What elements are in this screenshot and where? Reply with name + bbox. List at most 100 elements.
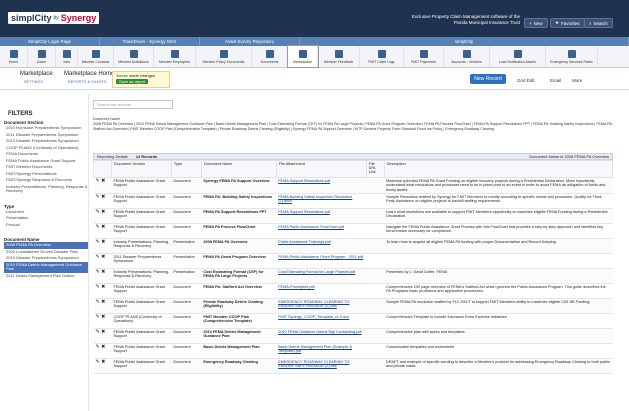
row-actions: ✎ ✖ bbox=[93, 238, 112, 254]
file-attachment-link[interactable]: EMERGENCY ROADWAY CLEARING TO ENSURE SAF… bbox=[276, 298, 367, 314]
module-emergency-services-rates[interactable]: Emergency Services Rates bbox=[546, 46, 598, 67]
file-attachment-link[interactable]: Basic Debris Management Plan (Example & … bbox=[276, 343, 367, 359]
column-header[interactable]: File URL Link bbox=[365, 160, 385, 178]
delete-icon[interactable]: ✖ bbox=[101, 269, 105, 275]
table-row[interactable]: ✎ ✖ FEMA Public Assistance Grant Support D… bbox=[93, 208, 613, 224]
reports-charts-link[interactable]: REPORTS & CHARTS bbox=[68, 80, 106, 84]
module-jobs[interactable]: Jobs bbox=[56, 46, 78, 67]
table-row[interactable]: ✎ ✖ FEMA Public Assistance Grant Support D… bbox=[93, 328, 613, 344]
table-row[interactable]: ✎ ✖ FEMA Public Assistance Grant Support D… bbox=[93, 193, 613, 209]
module-accounts-vendors[interactable]: Accounts - Vendors bbox=[444, 46, 490, 67]
unsaved-changes-box: You've made changes Save as report bbox=[112, 71, 170, 88]
search-icon: ⌕ bbox=[589, 20, 592, 26]
module-users[interactable]: Users bbox=[28, 46, 56, 67]
row-actions: ✎ ✖ bbox=[93, 177, 112, 194]
delete-icon[interactable]: ✖ bbox=[101, 344, 105, 350]
save-as-report-button[interactable]: Save as report bbox=[116, 79, 149, 84]
delete-icon[interactable]: ✖ bbox=[101, 209, 105, 215]
module-fmit-claim-logs[interactable]: FMIT Claim Logs bbox=[360, 46, 404, 67]
module-member-policy-documents[interactable]: Member Policy Documents bbox=[196, 46, 252, 67]
new-record-button[interactable]: New Record bbox=[470, 74, 506, 84]
settings-link[interactable]: SETTINGS bbox=[24, 80, 43, 84]
grid-edit-button[interactable]: Grid Edit bbox=[517, 78, 535, 83]
column-header[interactable]: Type bbox=[170, 160, 202, 178]
file-attachment-link[interactable]: 2010 FEMA Guidance Debris Mgt Contractin… bbox=[276, 328, 367, 344]
changes-note: You've made changes bbox=[116, 73, 156, 78]
file-attachment-link[interactable]: FEMA Building Safety Inspection Resoluti… bbox=[276, 193, 367, 209]
file-attachment-link[interactable]: FEMA Public Assistance FlowChart.pdf bbox=[276, 223, 367, 239]
file-attachment-link[interactable]: Cost Estimating Format for Large Project… bbox=[276, 268, 367, 284]
module-member-activations[interactable]: Member Activations bbox=[114, 46, 154, 67]
module-label: Member Activations bbox=[118, 59, 149, 64]
tab-trackdown[interactable]: TrackDown - Synergy NDS bbox=[100, 37, 200, 46]
module-home[interactable]: Home bbox=[0, 46, 28, 67]
delete-icon[interactable]: ✖ bbox=[101, 314, 105, 320]
delete-icon[interactable]: ✖ bbox=[101, 239, 105, 245]
module-marketplace[interactable]: Marketplace bbox=[287, 45, 319, 68]
cell-name: Basic Debris Management Plan bbox=[201, 343, 277, 359]
file-attachment-link[interactable]: Public Assistance Trainings.pdf bbox=[276, 238, 367, 254]
file-attachment-link[interactable]: FEMA Public Assistance Grant Program - 2… bbox=[276, 253, 367, 269]
filter-option[interactable]: 2010 FEMA Debris Management Guidance Pla… bbox=[4, 261, 88, 273]
tab-simplcity[interactable]: simplCity bbox=[300, 37, 629, 46]
module-documents[interactable]: Documents bbox=[252, 46, 288, 67]
file-attachment-link[interactable]: FEMA Support Resolutions.pdf bbox=[276, 177, 367, 194]
module-loss-notification-assets[interactable]: Loss Notification Assets bbox=[490, 46, 546, 67]
column-header[interactable]: Document Section bbox=[110, 160, 172, 178]
cell-name: FEMA PA: Building Safety Inspections bbox=[201, 193, 277, 209]
cell-name: 2008 FEMA PA Overview bbox=[201, 238, 277, 254]
table-row[interactable]: ✎ ✖ FEMA Public Assistance Grant Support D… bbox=[93, 298, 613, 314]
delete-icon[interactable]: ✖ bbox=[101, 224, 105, 230]
cell-type: Presentation bbox=[171, 238, 202, 254]
column-header[interactable] bbox=[93, 160, 112, 178]
new-button[interactable]: + New bbox=[524, 18, 548, 28]
module-member-feedback[interactable]: Member Feedback bbox=[318, 46, 360, 67]
table-row[interactable]: ✎ ✖ FEMA Public Assistance Grant Support D… bbox=[93, 358, 613, 374]
file-attachment-link[interactable]: FEMA-Phototptml.pdf bbox=[276, 283, 367, 299]
module-member-employees[interactable]: Member Employees bbox=[154, 46, 196, 67]
module-icon bbox=[91, 49, 100, 58]
table-row[interactable]: ✎ ✖ FEMA Public Assistance Grant Support D… bbox=[93, 343, 613, 359]
row-actions: ✎ ✖ bbox=[93, 283, 112, 299]
table-row[interactable]: ✎ ✖ Industry Presentations, Planning, Res… bbox=[93, 238, 613, 254]
file-attachment-link[interactable]: FMIT Synergy_COOP_Template_v1.0.doc bbox=[276, 313, 367, 329]
table-row[interactable]: ✎ ✖ FEMA Public Assistance Grant Support D… bbox=[93, 283, 613, 299]
delete-icon[interactable]: ✖ bbox=[101, 254, 105, 260]
doc-filter-label: Document Name is 2008 FEMA PA Overview bbox=[529, 154, 609, 159]
module-icon bbox=[37, 49, 46, 58]
filter-option[interactable]: Industry Presentations, Planning, Respon… bbox=[4, 184, 88, 195]
favorites-button[interactable]: ★ Favorites bbox=[550, 18, 585, 28]
module-label: Member Contacts bbox=[81, 59, 110, 64]
email-button[interactable]: Email bbox=[550, 78, 561, 83]
table-row[interactable]: ✎ ✖ FEMA Public Assistance Grant Support D… bbox=[93, 177, 613, 194]
table-row[interactable]: ✎ ✖ COOP PLANS (Continuity of Operations)… bbox=[93, 313, 613, 329]
column-header[interactable]: File Attachment bbox=[275, 160, 367, 178]
file-attachment-link[interactable]: EMERGENCY ROADWAY CLEARING TO ENSURE SAF… bbox=[276, 358, 367, 374]
delete-icon[interactable]: ✖ bbox=[101, 194, 105, 200]
delete-icon[interactable]: ✖ bbox=[101, 299, 105, 305]
table-row[interactable]: ✎ ✖ Industry Presentations, Planning, Res… bbox=[93, 268, 613, 284]
module-member-contacts[interactable]: Member Contacts bbox=[78, 46, 114, 67]
column-header[interactable]: Description bbox=[383, 160, 614, 178]
file-attachment-link[interactable]: FEMA Support Resolutions.pdf bbox=[276, 208, 367, 224]
cell-name: Emergency Roadway Clearing bbox=[201, 358, 277, 374]
column-header[interactable]: Document Name bbox=[200, 160, 277, 178]
delete-icon[interactable]: ✖ bbox=[101, 284, 105, 290]
module-icon bbox=[170, 49, 179, 58]
search-input[interactable]: Search the records bbox=[93, 100, 173, 109]
table-row[interactable]: ✎ ✖ 2011 Disaster Preparedness Symposium P… bbox=[93, 253, 613, 269]
delete-icon[interactable]: ✖ bbox=[101, 359, 105, 365]
tab-asset-survey[interactable]: Asset Survey Repository bbox=[200, 37, 300, 46]
cell-url bbox=[366, 193, 385, 209]
delete-icon[interactable]: ✖ bbox=[101, 329, 105, 335]
app-logo[interactable]: simplCity by Synergy bbox=[8, 12, 100, 24]
delete-icon[interactable]: ✖ bbox=[101, 178, 105, 184]
more-button[interactable]: More bbox=[572, 78, 582, 83]
cell-section: COOP PLANS (Continuity of Operations) bbox=[111, 313, 172, 329]
cell-description: DRAFT and example of specific wording to… bbox=[384, 358, 613, 374]
tab-simplcity-login[interactable]: SimplCity Login Page bbox=[0, 37, 100, 46]
search-button[interactable]: ⌕ Search bbox=[584, 18, 613, 28]
table-row[interactable]: ✎ ✖ FEMA Public Assistance Grant Support D… bbox=[93, 223, 613, 239]
module-fmit-payments[interactable]: FMIT Payments bbox=[404, 46, 444, 67]
cell-type: Document bbox=[171, 343, 202, 359]
